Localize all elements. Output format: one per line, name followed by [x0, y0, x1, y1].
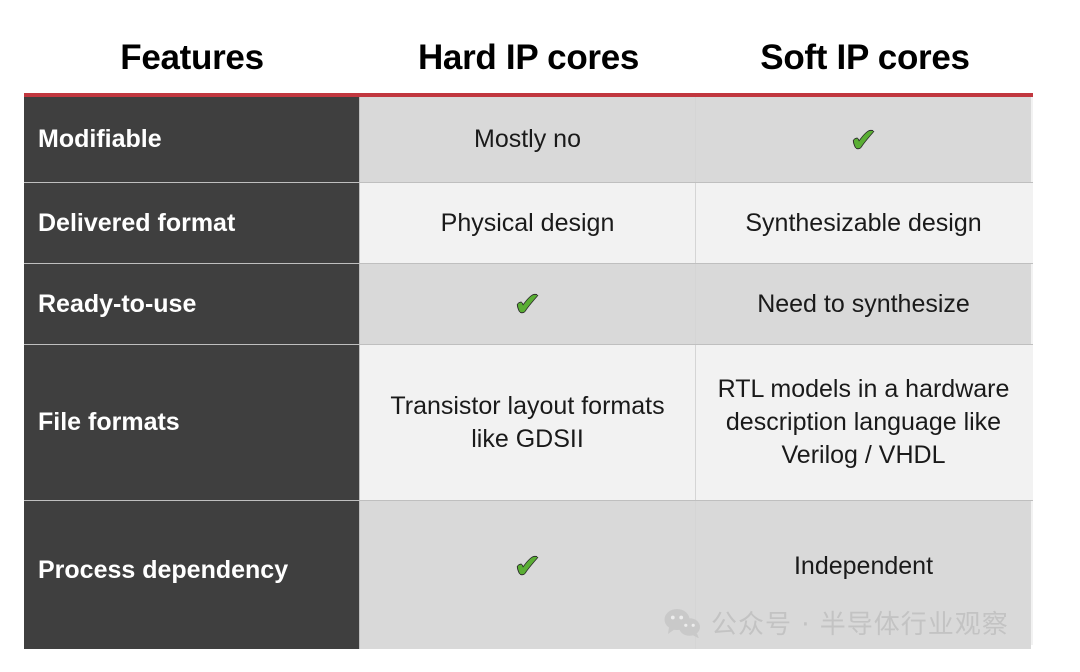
feature-label: Process dependency: [24, 501, 360, 649]
soft-ip-value: Need to synthesize: [696, 264, 1031, 344]
hard-ip-value: Mostly no: [360, 97, 696, 182]
hard-ip-value: ✔: [360, 264, 696, 344]
table-row: Process dependency ✔ Independent: [24, 501, 1033, 649]
soft-ip-value: RTL models in a hardware description lan…: [696, 345, 1031, 500]
table-row: Delivered format Physical design Synthes…: [24, 183, 1033, 264]
feature-label: Modifiable: [24, 97, 360, 182]
check-mark-icon: ✔: [850, 120, 877, 159]
column-header-hard-ip-cores: Hard IP cores: [417, 38, 640, 77]
soft-ip-value: Synthesizable design: [696, 183, 1031, 263]
check-mark-icon: ✔: [514, 547, 541, 585]
table-header-row: Features Hard IP cores Soft IP cores: [24, 24, 1033, 92]
hard-ip-value: ✔: [360, 501, 696, 649]
table-row: Modifiable Mostly no ✔: [24, 97, 1033, 183]
soft-ip-value: ✔: [696, 97, 1031, 182]
feature-label: Delivered format: [24, 183, 360, 263]
slide-canvas: Features Hard IP cores Soft IP cores Mod…: [0, 0, 1080, 672]
column-header-features: Features: [120, 38, 264, 77]
table-row: Ready-to-use ✔ Need to synthesize: [24, 264, 1033, 345]
feature-label: File formats: [24, 345, 360, 500]
feature-label: Ready-to-use: [24, 264, 360, 344]
table-row: File formats Transistor layout formats l…: [24, 345, 1033, 501]
comparison-table: Modifiable Mostly no ✔ Delivered format …: [24, 93, 1033, 649]
column-header-soft-ip-cores: Soft IP cores: [760, 38, 970, 77]
hard-ip-value: Physical design: [360, 183, 696, 263]
soft-ip-value: Independent: [696, 501, 1031, 649]
check-mark-icon: ✔: [514, 285, 541, 323]
hard-ip-value: Transistor layout formats like GDSII: [360, 345, 696, 500]
